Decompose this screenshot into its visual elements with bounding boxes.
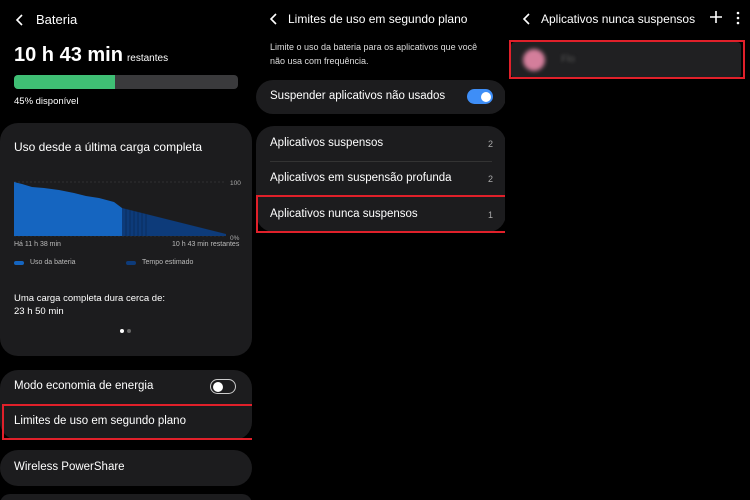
- suspend-unused-label: Suspender aplicativos não usados: [270, 90, 446, 102]
- battery-panel: Bateria 10 h 43 min restantes 45% dispon…: [0, 0, 252, 500]
- back-arrow-icon[interactable]: [14, 13, 26, 27]
- power-saving-item[interactable]: Modo economia de energia: [14, 380, 153, 392]
- page-dot-active: [120, 329, 124, 333]
- background-limits-label: Limites de uso em segundo plano: [14, 415, 186, 427]
- legend-estimated: Tempo estimado: [126, 259, 193, 266]
- more-vertical-icon[interactable]: [735, 11, 741, 30]
- never-sleep-apps-count: 1: [488, 210, 494, 220]
- app-icon: [523, 49, 545, 71]
- plus-icon[interactable]: [709, 10, 723, 29]
- never-header: Aplicativos nunca suspensos: [521, 12, 695, 26]
- battery-level-fill: [14, 75, 115, 89]
- battery-level-bar: [14, 75, 238, 89]
- chart-x-start: Há 11 h 38 min: [14, 241, 61, 248]
- page-dot: [127, 329, 131, 333]
- never-sleep-apps-item[interactable]: Aplicativos nunca suspensos: [270, 208, 418, 220]
- battery-usage-chart: 100 0%: [14, 180, 241, 242]
- usage-card: Uso desde a última carga completa 100 0%…: [0, 123, 252, 356]
- back-arrow-icon[interactable]: [268, 12, 280, 26]
- battery-header: Bateria: [14, 12, 77, 27]
- power-saving-label: Modo economia de energia: [14, 380, 154, 392]
- suspend-unused-item[interactable]: Suspender aplicativos não usados: [270, 90, 445, 102]
- usage-title: Uso desde a última carga completa: [14, 140, 203, 154]
- never-app-item[interactable]: Flo: [511, 42, 741, 78]
- back-arrow-icon[interactable]: [521, 12, 533, 26]
- legend-used: Uso da bateria: [14, 259, 76, 266]
- divider: [270, 161, 492, 162]
- full-charge-value: 23 h 50 min: [14, 306, 64, 317]
- deep-sleep-apps-item[interactable]: Aplicativos em suspensão profunda: [270, 172, 452, 184]
- deep-sleep-apps-label: Aplicativos em suspensão profunda: [270, 172, 452, 184]
- chart-x-end: 10 h 43 min restantes: [172, 241, 240, 248]
- next-card: [0, 494, 252, 500]
- wireless-powershare-item[interactable]: Wireless PowerShare: [14, 461, 125, 473]
- page-title: Aplicativos nunca suspensos: [541, 12, 696, 26]
- battery-available: 45% disponível: [14, 96, 79, 107]
- limits-description: Limite o uso da bateria para os aplicati…: [270, 42, 478, 66]
- suspended-apps-item[interactable]: Aplicativos suspensos: [270, 137, 383, 149]
- remaining-time: 10 h 43 min restantes: [14, 44, 168, 67]
- background-limits-panel: Limites de uso em segundo plano Limite o…: [252, 0, 505, 500]
- page-title: Limites de uso em segundo plano: [288, 12, 468, 26]
- legend-estimated-swatch: [126, 260, 136, 265]
- remaining-time-value: 10 h 43 min: [14, 44, 123, 66]
- never-sleep-panel: Aplicativos nunca suspensos Flo: [505, 0, 750, 500]
- chart-y-top: 100: [230, 180, 241, 187]
- deep-sleep-apps-count: 2: [488, 174, 494, 184]
- page-title: Bateria: [36, 12, 78, 27]
- limits-header: Limites de uso em segundo plano: [268, 12, 467, 26]
- app-label: Flo: [561, 54, 575, 65]
- background-limits-item[interactable]: Limites de uso em segundo plano: [14, 415, 186, 427]
- never-sleep-apps-label: Aplicativos nunca suspensos: [270, 208, 418, 220]
- legend-used-label: Uso da bateria: [30, 259, 76, 266]
- suspended-apps-count: 2: [488, 139, 494, 149]
- suspended-apps-label: Aplicativos suspensos: [270, 137, 384, 149]
- remaining-time-suffix: restantes: [126, 53, 169, 64]
- legend-estimated-label: Tempo estimado: [142, 259, 194, 266]
- legend-used-swatch: [14, 260, 24, 265]
- suspend-unused-toggle[interactable]: [467, 89, 493, 104]
- page-indicator[interactable]: [120, 329, 131, 333]
- wireless-powershare-label: Wireless PowerShare: [14, 461, 125, 473]
- full-charge-text: Uma carga completa dura cerca de:: [14, 293, 166, 304]
- battery-used-area: [14, 182, 122, 236]
- power-saving-toggle[interactable]: [210, 379, 236, 394]
